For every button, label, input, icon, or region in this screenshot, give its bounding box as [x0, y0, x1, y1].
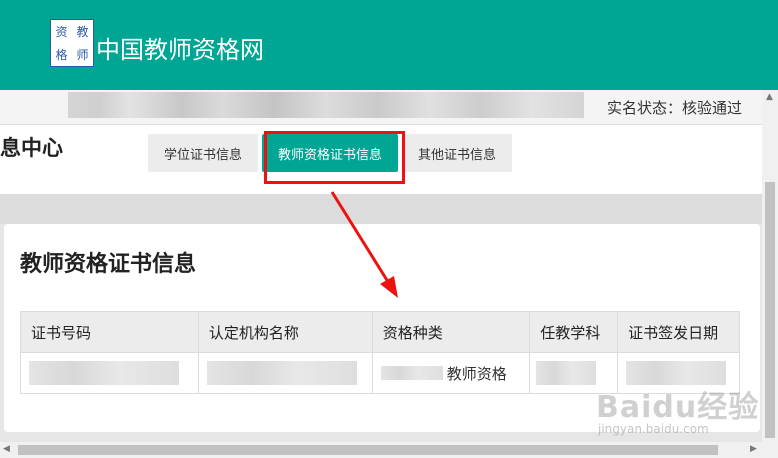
- scroll-up-icon[interactable]: ▲: [766, 92, 773, 102]
- section-divider: [0, 194, 762, 224]
- scrollbar-thumb[interactable]: [765, 182, 775, 438]
- type-cell: 教师资格: [371, 352, 531, 394]
- logo-char: 格: [55, 48, 68, 62]
- table-header-row: 证书号码 认定机构名称 资格种类 任教学科 证书签发日期: [20, 311, 740, 353]
- redacted-user-info: [68, 92, 584, 118]
- top-header-bar: 资 教 格 师 中国教师资格网: [0, 0, 778, 90]
- page-title: 息中心: [0, 136, 63, 160]
- column-header: 资格种类: [371, 311, 531, 353]
- column-header: 任教学科: [529, 311, 619, 353]
- redacted-value: [380, 366, 443, 380]
- certificate-table: 证书号码 认定机构名称 资格种类 任教学科 证书签发日期 教师资格: [20, 311, 740, 394]
- authority-cell: [197, 352, 373, 394]
- horizontal-scrollbar[interactable]: ◀ ▶: [0, 442, 778, 458]
- logo-char: 教: [76, 25, 89, 39]
- tab-other-certificate[interactable]: 其他证书信息: [402, 134, 513, 172]
- site-logo[interactable]: 资 教 格 师: [50, 19, 94, 67]
- site-title[interactable]: 中国教师资格网: [96, 30, 264, 65]
- scroll-right-icon[interactable]: ▶: [750, 444, 757, 454]
- column-header: 认定机构名称: [197, 311, 373, 353]
- logo-char: 资: [55, 25, 68, 39]
- redacted-value: [626, 361, 727, 385]
- redacted-value: [536, 361, 597, 385]
- column-header: 证书号码: [20, 311, 199, 353]
- redacted-value: [29, 361, 179, 385]
- highlight-box: [264, 131, 405, 184]
- scroll-left-icon[interactable]: ◀: [3, 444, 10, 454]
- subject-cell: [529, 352, 619, 394]
- column-header: 证书签发日期: [617, 311, 740, 353]
- cert-number-cell: [20, 352, 199, 394]
- tab-degree-certificate[interactable]: 学位证书信息: [148, 134, 259, 172]
- scrollbar-thumb[interactable]: [18, 445, 718, 455]
- redacted-value: [206, 361, 357, 385]
- cert-type-text: 教师资格: [446, 364, 507, 383]
- issue-date-cell: [617, 352, 740, 394]
- logo-char: 师: [76, 48, 89, 62]
- table-row: 教师资格: [20, 352, 740, 394]
- verify-status: 实名状态：核验通过: [607, 99, 743, 117]
- section-title: 教师资格证书信息: [20, 252, 197, 277]
- vertical-scrollbar[interactable]: ▲: [762, 90, 778, 442]
